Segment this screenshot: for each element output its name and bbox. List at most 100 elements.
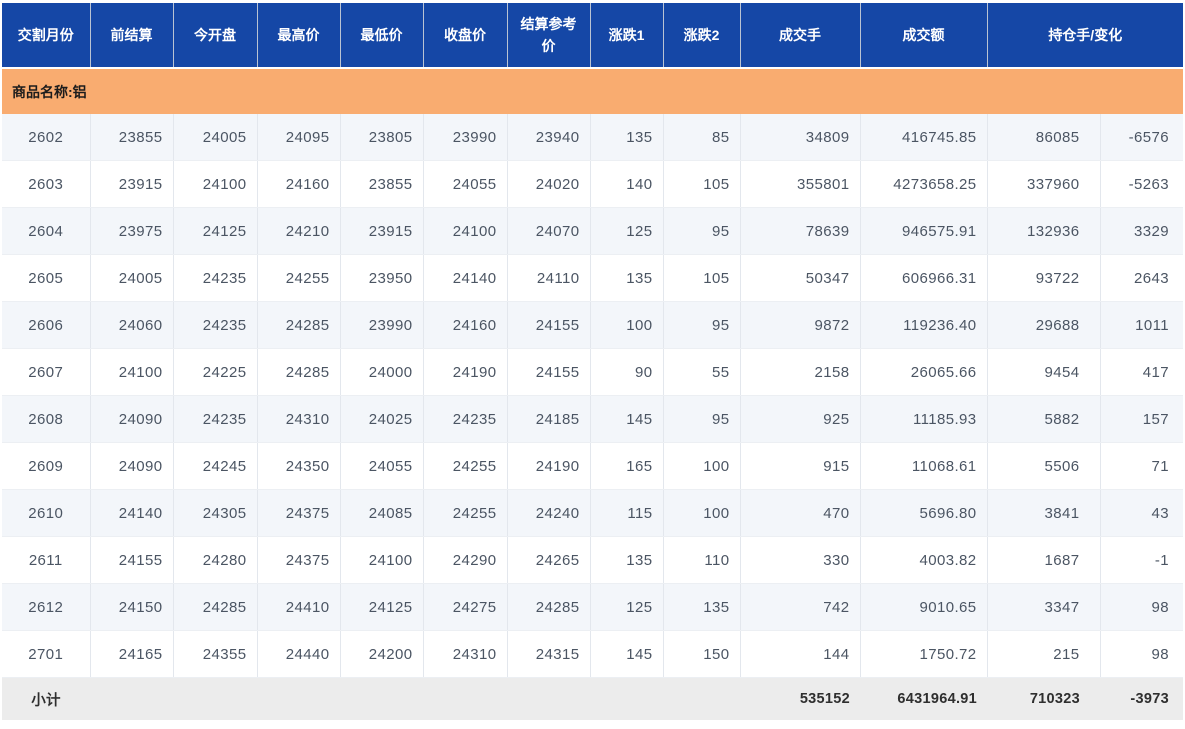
cell-open: 24285 bbox=[173, 583, 258, 631]
cell-high: 24350 bbox=[257, 442, 341, 490]
cell-high: 24285 bbox=[257, 301, 341, 349]
cell-close: 24275 bbox=[423, 583, 508, 631]
cell-volume: 144 bbox=[740, 630, 861, 678]
cell-change2: 135 bbox=[663, 583, 741, 631]
cell-high: 24375 bbox=[257, 536, 341, 584]
cell-oi-change: 43 bbox=[1100, 489, 1184, 537]
cell-settlement-ref: 23940 bbox=[507, 114, 591, 161]
subtotal-volume: 535152 bbox=[740, 677, 860, 720]
cell-change1: 135 bbox=[590, 254, 664, 302]
cell-turnover: 26065.66 bbox=[860, 348, 988, 396]
cell-low: 24025 bbox=[340, 395, 424, 443]
cell-high: 24285 bbox=[257, 348, 341, 396]
col-header-delivery-month: 交割月份 bbox=[2, 3, 91, 69]
cell-settlement-ref: 24155 bbox=[507, 301, 591, 349]
cell-low: 23855 bbox=[340, 160, 424, 208]
cell-close: 24290 bbox=[423, 536, 508, 584]
cell-high: 24410 bbox=[257, 583, 341, 631]
subtotal-row: 小计 535152 6431964.91 710323 -3973 bbox=[2, 677, 1184, 720]
futures-quotes-container: 交割月份 前结算 今开盘 最高价 最低价 收盘价 结算参考价 涨跌1 涨跌2 成交手 成交额 持仓手/… bbox=[0, 0, 1185, 720]
cell-change1: 125 bbox=[590, 207, 664, 255]
cell-high: 24255 bbox=[257, 254, 341, 302]
cell-open: 24280 bbox=[173, 536, 258, 584]
cell-change1: 100 bbox=[590, 301, 664, 349]
col-header-close: 收盘价 bbox=[423, 3, 508, 69]
subtotal-high bbox=[257, 677, 340, 720]
cell-open-interest: 93722 bbox=[987, 254, 1101, 302]
cell-delivery-month: 2608 bbox=[2, 395, 91, 443]
cell-change2: 100 bbox=[663, 489, 741, 537]
subtotal-open bbox=[173, 677, 257, 720]
cell-high: 24095 bbox=[257, 114, 341, 161]
cell-change1: 165 bbox=[590, 442, 664, 490]
cell-turnover: 9010.65 bbox=[860, 583, 988, 631]
cell-oi-change: 98 bbox=[1100, 583, 1184, 631]
cell-prev-settlement: 24155 bbox=[90, 536, 174, 584]
cell-close: 24100 bbox=[423, 207, 508, 255]
cell-open: 24235 bbox=[173, 254, 258, 302]
cell-open-interest: 5506 bbox=[987, 442, 1101, 490]
cell-close: 24160 bbox=[423, 301, 508, 349]
cell-change2: 95 bbox=[663, 301, 741, 349]
cell-open: 24235 bbox=[173, 395, 258, 443]
cell-prev-settlement: 24150 bbox=[90, 583, 174, 631]
table-row: 2612 24150 24285 24410 24125 24275 24285 125 135… bbox=[2, 583, 1184, 631]
table-row: 2603 23915 24100 24160 23855 24055 24020 140 105… bbox=[2, 160, 1184, 208]
cell-open-interest: 29688 bbox=[987, 301, 1101, 349]
col-header-change2: 涨跌2 bbox=[663, 3, 741, 69]
cell-oi-change: 98 bbox=[1100, 630, 1184, 678]
cell-delivery-month: 2602 bbox=[2, 114, 91, 161]
header-row: 交割月份 前结算 今开盘 最高价 最低价 收盘价 结算参考价 涨跌1 涨跌2 成交手 成交额 持仓手/… bbox=[2, 3, 1184, 69]
cell-turnover: 11185.93 bbox=[860, 395, 988, 443]
cell-low: 23805 bbox=[340, 114, 424, 161]
cell-settlement-ref: 24020 bbox=[507, 160, 591, 208]
cell-open-interest: 132936 bbox=[987, 207, 1101, 255]
cell-delivery-month: 2612 bbox=[2, 583, 91, 631]
col-header-open: 今开盘 bbox=[173, 3, 258, 69]
cell-high: 24375 bbox=[257, 489, 341, 537]
table-row: 2609 24090 24245 24350 24055 24255 24190 165 100… bbox=[2, 442, 1184, 490]
cell-open-interest: 5882 bbox=[987, 395, 1101, 443]
col-header-prev-settlement: 前结算 bbox=[90, 3, 174, 69]
cell-open: 24355 bbox=[173, 630, 258, 678]
cell-open: 24125 bbox=[173, 207, 258, 255]
cell-close: 24255 bbox=[423, 489, 508, 537]
subtotal-label: 小计 bbox=[2, 677, 90, 720]
cell-settlement-ref: 24240 bbox=[507, 489, 591, 537]
cell-delivery-month: 2611 bbox=[2, 536, 91, 584]
cell-delivery-month: 2604 bbox=[2, 207, 91, 255]
cell-change2: 110 bbox=[663, 536, 741, 584]
cell-close: 24235 bbox=[423, 395, 508, 443]
cell-high: 24210 bbox=[257, 207, 341, 255]
cell-settlement-ref: 24110 bbox=[507, 254, 591, 302]
table-row: 2608 24090 24235 24310 24025 24235 24185 145 95 9… bbox=[2, 395, 1184, 443]
cell-turnover: 1750.72 bbox=[860, 630, 988, 678]
cell-close: 24140 bbox=[423, 254, 508, 302]
subtotal-open-interest: 710323 bbox=[987, 677, 1100, 720]
table-row: 2611 24155 24280 24375 24100 24290 24265 135 110… bbox=[2, 536, 1184, 584]
subtotal-settlement-ref bbox=[507, 677, 590, 720]
cell-low: 24085 bbox=[340, 489, 424, 537]
col-header-open-interest-change: 持仓手/变化 bbox=[987, 3, 1184, 69]
cell-high: 24160 bbox=[257, 160, 341, 208]
cell-oi-change: 2643 bbox=[1100, 254, 1184, 302]
cell-oi-change: 3329 bbox=[1100, 207, 1184, 255]
table-row: 2602 23855 24005 24095 23805 23990 23940 135 85 3… bbox=[2, 114, 1184, 161]
cell-delivery-month: 2605 bbox=[2, 254, 91, 302]
cell-change2: 55 bbox=[663, 348, 741, 396]
subtotal-low bbox=[340, 677, 423, 720]
cell-oi-change: -5263 bbox=[1100, 160, 1184, 208]
cell-volume: 742 bbox=[740, 583, 861, 631]
subtotal-close bbox=[423, 677, 507, 720]
table-row: 2605 24005 24235 24255 23950 24140 24110 135 105… bbox=[2, 254, 1184, 302]
cell-high: 24310 bbox=[257, 395, 341, 443]
cell-low: 24055 bbox=[340, 442, 424, 490]
cell-volume: 925 bbox=[740, 395, 861, 443]
cell-open-interest: 3841 bbox=[987, 489, 1101, 537]
cell-change1: 145 bbox=[590, 630, 664, 678]
cell-change2: 95 bbox=[663, 207, 741, 255]
cell-prev-settlement: 24060 bbox=[90, 301, 174, 349]
cell-change1: 90 bbox=[590, 348, 664, 396]
cell-volume: 2158 bbox=[740, 348, 861, 396]
subtotal-turnover: 6431964.91 bbox=[860, 677, 987, 720]
